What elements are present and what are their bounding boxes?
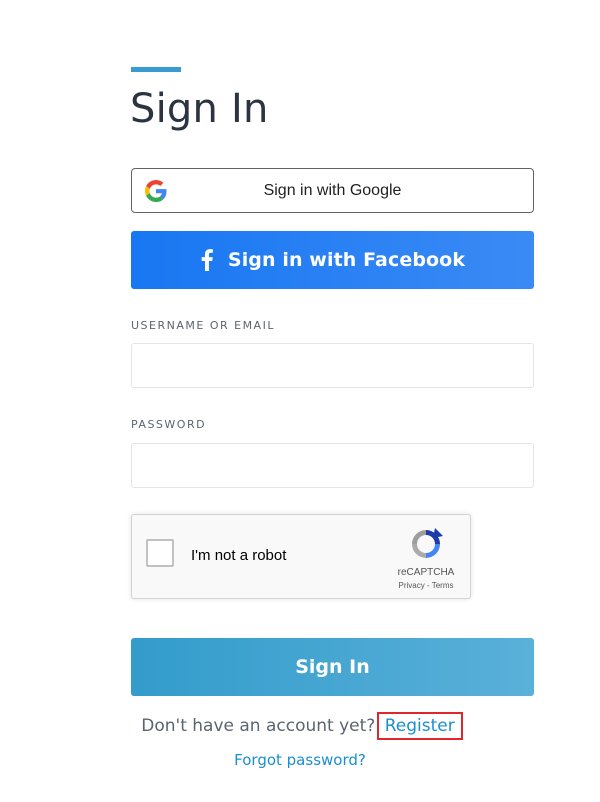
password-input[interactable] — [131, 443, 534, 488]
recaptcha-logo-icon — [412, 528, 443, 558]
password-label: PASSWORD — [131, 418, 207, 431]
title-accent-bar — [131, 67, 181, 72]
sign-in-page: Sign In Sign in with Google Sign in with… — [0, 0, 600, 802]
register-prompt-line: Don't have an account yet? Register — [0, 712, 600, 740]
facebook-sign-in-button[interactable]: Sign in with Facebook — [131, 231, 534, 289]
recaptcha-widget: I'm not a robot reCAPTCHA Privacy - Term… — [131, 514, 471, 599]
sign-in-submit-button[interactable]: Sign In — [131, 638, 534, 696]
recaptcha-link-separator: - — [424, 581, 432, 590]
recaptcha-brand: reCAPTCHA — [397, 567, 455, 578]
register-prompt-text: Don't have an account yet? — [141, 716, 381, 736]
recaptcha-links: Privacy - Terms — [385, 581, 467, 590]
facebook-sign-in-label: Sign in with Facebook — [227, 249, 466, 271]
facebook-f-icon — [201, 249, 213, 271]
recaptcha-terms-link[interactable]: Terms — [432, 581, 454, 590]
google-sign-in-button[interactable]: Sign in with Google — [131, 168, 534, 213]
recaptcha-label: I'm not a robot — [191, 547, 287, 564]
recaptcha-privacy-link[interactable]: Privacy — [399, 581, 425, 590]
username-label: USERNAME OR EMAIL — [131, 319, 275, 332]
google-sign-in-label: Sign in with Google — [263, 182, 402, 199]
forgot-password-link[interactable]: Forgot password? — [0, 751, 600, 769]
recaptcha-checkbox[interactable] — [146, 539, 174, 567]
register-link[interactable]: Register — [376, 712, 463, 740]
username-input[interactable] — [131, 343, 534, 388]
page-title: Sign In — [130, 86, 269, 132]
